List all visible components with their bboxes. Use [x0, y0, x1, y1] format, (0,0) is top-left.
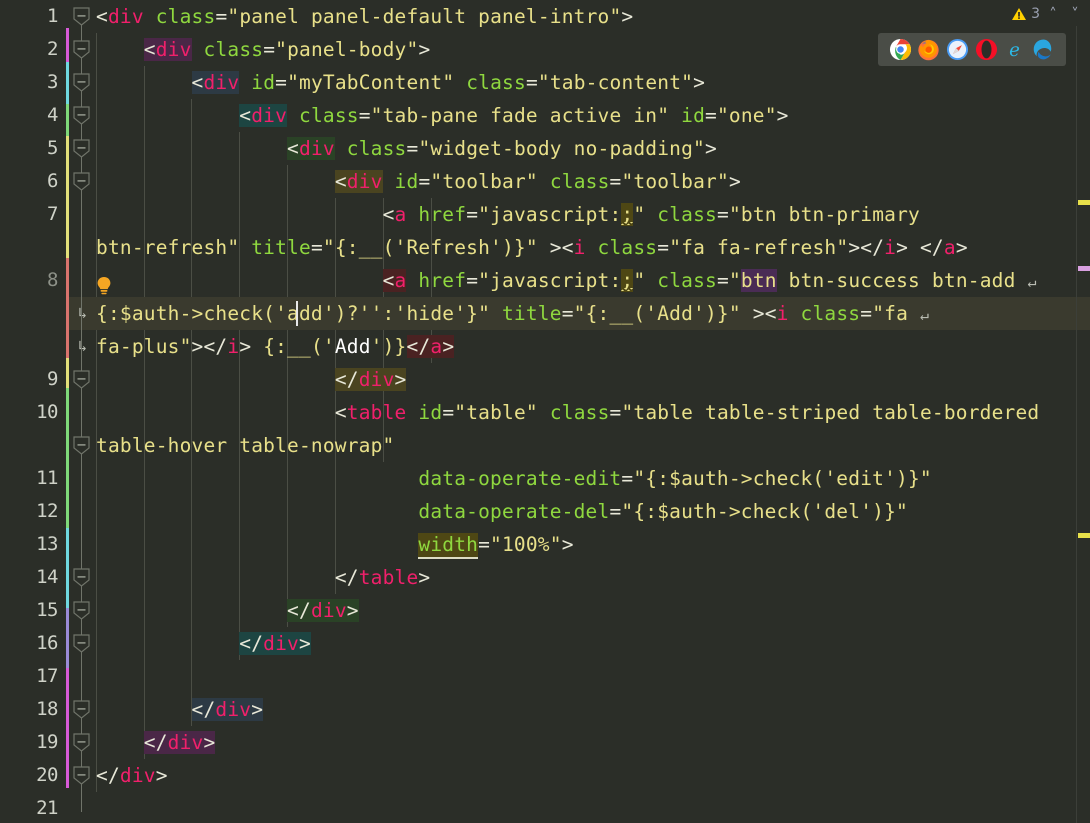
fold-toggle-icon[interactable] — [72, 139, 91, 158]
line-number: 3 — [47, 71, 58, 93]
fold-toggle-icon[interactable] — [72, 370, 91, 389]
fold-toggle-icon[interactable] — [72, 766, 91, 785]
code-surface[interactable]: <div class="panel panel-default panel-in… — [0, 0, 1090, 823]
code-line[interactable]: </div> — [0, 627, 1090, 660]
line-number: 7 — [47, 203, 58, 225]
previous-problem-button[interactable]: ˄ — [1044, 4, 1062, 24]
warning-marker[interactable] — [1078, 533, 1090, 538]
fold-toggle-icon[interactable] — [72, 634, 91, 653]
svg-text:e: e — [1010, 40, 1021, 61]
code-line[interactable]: <a href="javascript:;" class="btn btn-su… — [0, 264, 1090, 297]
code-line-wrap[interactable]: btn-refresh" title="{:__('Refresh')}" ><… — [0, 231, 1090, 264]
line-number: 13 — [36, 533, 58, 555]
code-line[interactable]: <div class="tab-pane fade active in" id=… — [0, 99, 1090, 132]
line-number: 14 — [36, 566, 58, 588]
safari-icon[interactable] — [946, 38, 969, 61]
line-number: 21 — [36, 797, 58, 819]
fold-toggle-icon[interactable] — [72, 700, 91, 719]
fold-toggle-icon[interactable] — [72, 733, 91, 752]
code-editor[interactable]: <div class="panel panel-default panel-in… — [0, 0, 1090, 823]
line-number: 19 — [36, 731, 58, 753]
code-line-wrap[interactable]: fa-plus"></i> {:__('Add')}</a> — [0, 330, 1090, 363]
code-line[interactable]: <div class="widget-body no-padding"> — [0, 132, 1090, 165]
line-number: 8 — [47, 269, 58, 291]
fold-toggle-icon[interactable] — [72, 172, 91, 191]
code-line[interactable] — [0, 792, 1090, 823]
fold-toggle-icon[interactable] — [72, 7, 91, 26]
line-number: 11 — [36, 467, 58, 489]
code-line[interactable]: data-operate-del="{:$auth->check('del')}… — [0, 495, 1090, 528]
fold-toggle-icon[interactable] — [72, 568, 91, 587]
code-line[interactable] — [0, 660, 1090, 693]
code-line[interactable]: width="100%"> — [0, 528, 1090, 561]
line-number: 20 — [36, 764, 58, 786]
line-number: 12 — [36, 500, 58, 522]
code-line[interactable]: </table> — [0, 561, 1090, 594]
code-line[interactable]: <table id="table" class="table table-str… — [0, 396, 1090, 429]
warning-marker[interactable] — [1078, 200, 1090, 205]
line-number: 2 — [47, 38, 58, 60]
fold-connector — [81, 12, 82, 812]
problems-indicator[interactable]: 3 ˄ ˅ — [1011, 2, 1084, 26]
code-line-wrap[interactable]: table-hover table-nowrap" — [0, 429, 1090, 462]
next-problem-button[interactable]: ˅ — [1066, 4, 1084, 24]
fold-toggle-icon[interactable] — [72, 601, 91, 620]
fold-toggle-icon[interactable] — [72, 73, 91, 92]
code-line[interactable]: </div> — [0, 363, 1090, 396]
code-line[interactable]: </div> — [0, 759, 1090, 792]
line-number: 18 — [36, 698, 58, 720]
opera-icon[interactable] — [975, 38, 998, 61]
line-number: 10 — [36, 401, 58, 423]
code-line[interactable]: <a href="javascript:;" class="btn btn-pr… — [0, 198, 1090, 231]
line-number: 5 — [47, 137, 58, 159]
code-line[interactable]: </div> — [0, 594, 1090, 627]
internet-explorer-icon[interactable]: e — [1003, 38, 1026, 61]
selection-marker[interactable] — [1078, 266, 1090, 271]
warning-triangle-icon — [1011, 6, 1027, 22]
fold-toggle-icon[interactable] — [72, 106, 91, 125]
line-number: 16 — [36, 632, 58, 654]
line-number: 4 — [47, 104, 58, 126]
code-folding-column[interactable] — [70, 0, 94, 823]
browser-compatibility-bar[interactable]: e — [878, 33, 1066, 66]
code-line[interactable]: data-operate-edit="{:$auth->check('edit'… — [0, 462, 1090, 495]
lightbulb-icon[interactable] — [95, 276, 113, 296]
fold-toggle-icon[interactable] — [72, 40, 91, 59]
fold-toggle-icon[interactable] — [72, 436, 91, 455]
code-line[interactable]: </div> — [0, 693, 1090, 726]
current-line-overview-band — [1077, 297, 1090, 330]
warning-count: 3 — [1031, 6, 1040, 22]
line-number: 17 — [36, 665, 58, 687]
code-line[interactable]: <div id="myTabContent" class="tab-conten… — [0, 66, 1090, 99]
line-number: 1 — [47, 5, 58, 27]
edge-icon[interactable] — [1032, 38, 1055, 61]
chrome-icon[interactable] — [889, 38, 912, 61]
firefox-icon[interactable] — [917, 38, 940, 61]
code-line[interactable]: <div id="toolbar" class="toolbar"> — [0, 165, 1090, 198]
code-line-wrap[interactable]: {:$auth->check('add')?'':'hide'}" title=… — [0, 297, 1090, 330]
line-number: 6 — [47, 170, 58, 192]
code-line[interactable]: <div class="panel panel-default panel-in… — [0, 0, 1090, 33]
code-line[interactable]: </div> — [0, 726, 1090, 759]
line-number-gutter: 1 2 3 4 5 6 7 8 9 10 11 12 13 14 15 16 17 18 19 20 21 — [0, 0, 68, 823]
line-number: 9 — [47, 368, 58, 390]
line-number: 15 — [36, 599, 58, 621]
text-cursor — [296, 301, 298, 326]
scope-color-strip — [66, 28, 69, 788]
overview-ruler[interactable] — [1076, 26, 1090, 823]
